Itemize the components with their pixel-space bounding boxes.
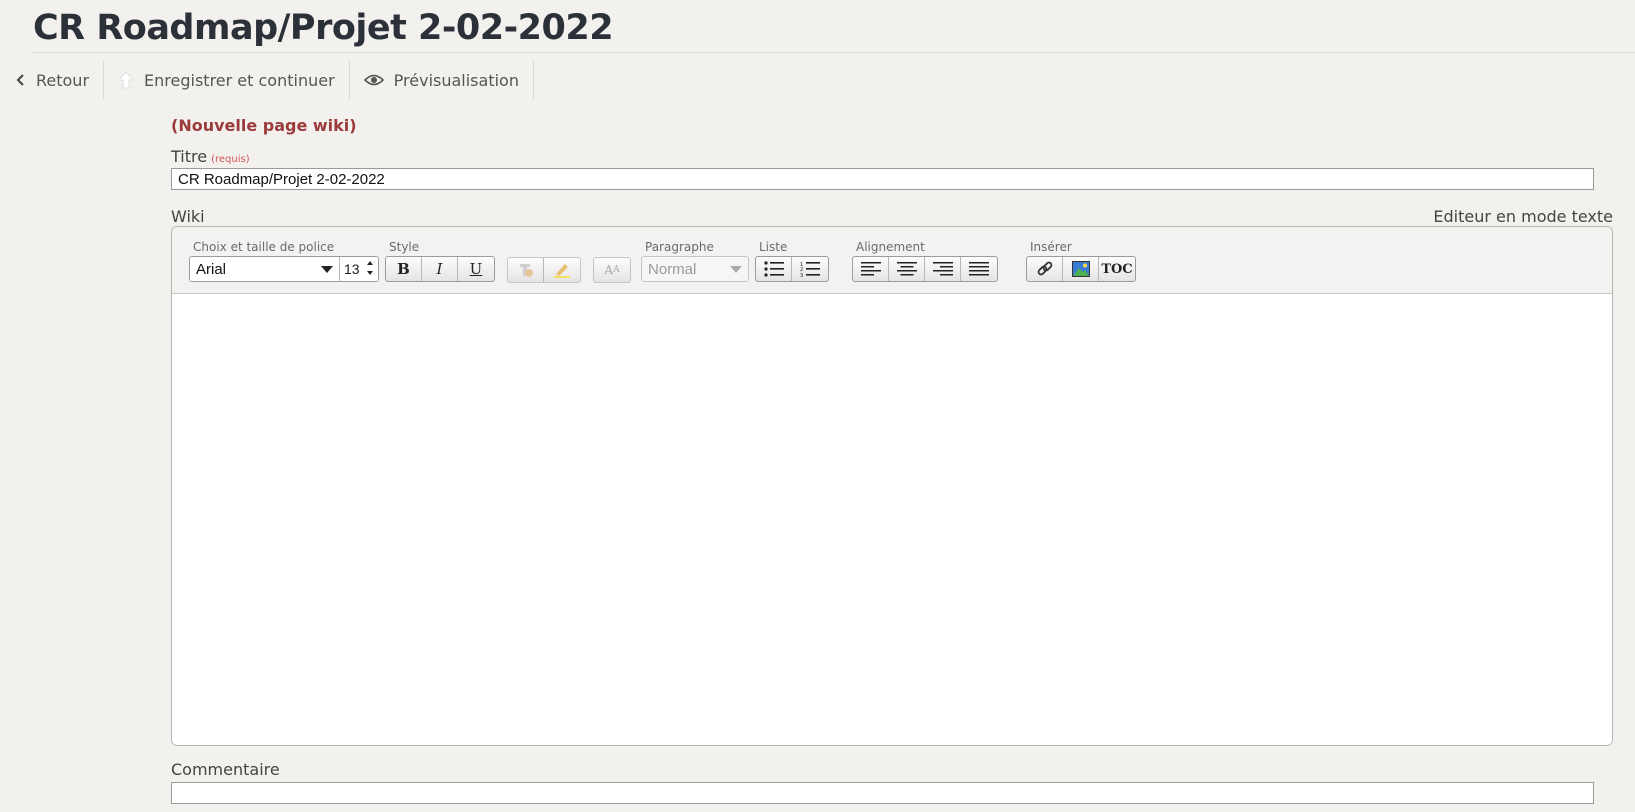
align-center-icon[interactable] xyxy=(889,257,925,281)
wysiwyg-editor: Choix et taille de police Arial 13 Style… xyxy=(171,226,1613,746)
font-group-label: Choix et taille de police xyxy=(193,240,335,254)
editor-toolbar: Choix et taille de police Arial 13 Style… xyxy=(172,227,1612,294)
font-select[interactable]: Arial xyxy=(190,257,340,281)
paragraph-value: Normal xyxy=(648,260,697,278)
numbered-list-icon[interactable]: 123 xyxy=(792,257,828,281)
text-mode-link[interactable]: Editeur en mode texte xyxy=(1433,207,1613,226)
paragraph-group: Paragraphe Normal xyxy=(641,239,749,282)
style-group: Style B I U xyxy=(385,239,495,282)
svg-text:3: 3 xyxy=(800,273,803,277)
align-right-icon[interactable] xyxy=(925,257,961,281)
paragraph-select[interactable]: Normal xyxy=(642,257,748,281)
underline-button[interactable]: U xyxy=(458,257,494,281)
chevron-left-icon xyxy=(16,73,26,87)
required-label: (requis) xyxy=(211,154,250,165)
list-group-label: Liste xyxy=(759,240,788,254)
action-toolbar: Retour Enregistrer et continuer Prévisua… xyxy=(0,60,534,100)
title-divider xyxy=(33,52,1635,53)
page-title: CR Roadmap/Projet 2-02-2022 xyxy=(33,8,614,48)
align-justify-icon[interactable] xyxy=(961,257,997,281)
highlight-pen-icon[interactable] xyxy=(544,258,580,282)
bold-button[interactable]: B xyxy=(386,257,422,281)
toc-button[interactable]: TOC xyxy=(1099,257,1135,281)
comment-label: Commentaire xyxy=(171,760,280,779)
align-left-icon[interactable] xyxy=(853,257,889,281)
caret-down-icon xyxy=(730,261,742,278)
title-label-text: Titre xyxy=(171,147,208,166)
wiki-label: Wiki xyxy=(171,207,205,226)
alignment-group-label: Alignement xyxy=(856,240,925,254)
alignment-group: Alignement xyxy=(852,239,998,282)
back-label: Retour xyxy=(36,70,90,90)
font-size-tool: AA xyxy=(593,256,631,283)
eye-icon xyxy=(363,73,384,87)
save-continue-label: Enregistrer et continuer xyxy=(144,70,335,90)
title-field-label: Titre (requis) xyxy=(171,147,250,166)
caret-down-icon xyxy=(321,261,333,278)
insert-group-label: Insérer xyxy=(1030,240,1072,254)
font-size-value: 13 xyxy=(344,261,360,277)
spinner-arrows-icon[interactable] xyxy=(366,258,374,281)
save-continue-button[interactable]: Enregistrer et continuer xyxy=(104,60,350,100)
color-group xyxy=(507,256,581,283)
style-group-label: Style xyxy=(389,240,420,254)
paragraph-group-label: Paragraphe xyxy=(645,240,714,254)
insert-group: Insérer TOC xyxy=(1026,239,1136,282)
comment-input[interactable] xyxy=(171,782,1594,804)
preview-button[interactable]: Prévisualisation xyxy=(350,60,534,100)
title-input[interactable] xyxy=(171,168,1594,190)
preview-label: Prévisualisation xyxy=(393,70,519,90)
back-button[interactable]: Retour xyxy=(0,60,105,100)
image-icon[interactable] xyxy=(1063,257,1099,281)
editor-content-area[interactable] xyxy=(172,294,1612,745)
upload-arrow-icon xyxy=(118,71,135,89)
font-group: Choix et taille de police Arial 13 xyxy=(189,239,379,282)
font-value: Arial xyxy=(196,260,227,278)
list-group: Liste 123 xyxy=(755,239,829,282)
link-icon[interactable] xyxy=(1027,257,1063,281)
font-size-spinner[interactable]: 13 xyxy=(340,257,378,281)
text-color-icon[interactable] xyxy=(508,258,544,282)
bullet-list-icon[interactable] xyxy=(756,257,792,281)
font-size-icon[interactable]: AA xyxy=(594,258,630,282)
italic-button[interactable]: I xyxy=(422,257,458,281)
new-page-label: (Nouvelle page wiki) xyxy=(171,116,357,135)
